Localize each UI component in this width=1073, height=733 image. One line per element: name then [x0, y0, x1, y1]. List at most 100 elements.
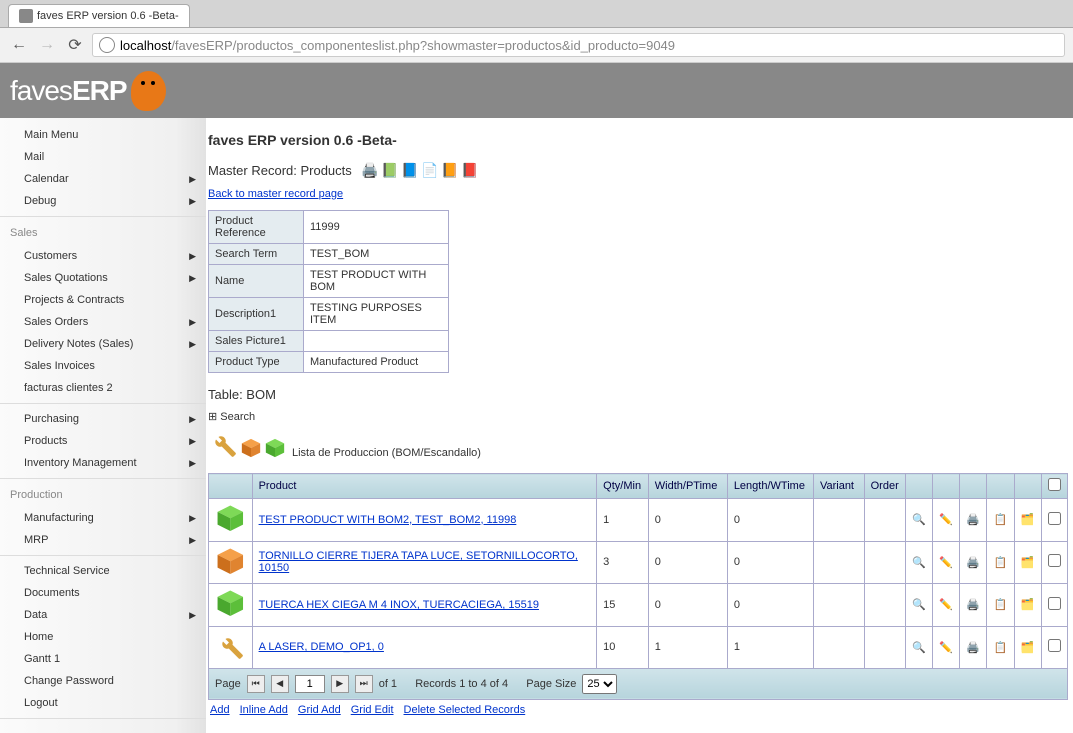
qty-cell: 10 [597, 626, 649, 668]
bom-header[interactable]: Order [864, 474, 906, 499]
browser-tab[interactable]: faves ERP version 0.6 -Beta- [8, 4, 190, 27]
row-checkbox[interactable] [1048, 639, 1061, 652]
word-icon[interactable]: 📘 [400, 160, 420, 180]
delete-icon[interactable]: 🗂️ [1021, 599, 1035, 611]
grid-add-link[interactable]: Grid Add [298, 704, 341, 716]
bom-row: TUERCA HEX CIEGA M 4 INOX, TUERCACIEGA, … [209, 584, 1068, 627]
product-link[interactable]: A LASER, DEMO_OP1, 0 [259, 641, 384, 653]
copy-icon[interactable]: 📋 [993, 514, 1007, 526]
record-label: Description1 [209, 298, 304, 331]
menu-item-data[interactable]: Data▶ [0, 604, 206, 626]
menu-item-customers[interactable]: Customers▶ [0, 245, 206, 267]
excel-icon[interactable]: 📗 [380, 160, 400, 180]
view-icon[interactable]: 🔍 [912, 557, 926, 569]
menu-item-sales-quotations[interactable]: Sales Quotations▶ [0, 267, 206, 289]
product-link[interactable]: TORNILLO CIERRE TIJERA TAPA LUCE, SETORN… [259, 550, 578, 574]
edit-icon[interactable]: ✏️ [939, 514, 953, 526]
menu-group-production: Production [0, 483, 206, 507]
chevron-right-icon: ▶ [189, 251, 196, 262]
master-record-label: Master Record: Products [208, 163, 352, 178]
menu-item-facturas-clientes-2[interactable]: facturas clientes 2 [0, 377, 206, 399]
menu-item-gantt-1[interactable]: Gantt 1 [0, 648, 206, 670]
menu-item-technical-service[interactable]: Technical Service [0, 560, 206, 582]
view-icon[interactable]: 🔍 [912, 642, 926, 654]
menu-item-change-password[interactable]: Change Password [0, 670, 206, 692]
chevron-right-icon: ▶ [189, 436, 196, 447]
page-size-select[interactable]: 25 [582, 674, 617, 694]
bom-header[interactable]: Qty/Min [597, 474, 649, 499]
menu-item-purchasing[interactable]: Purchasing▶ [0, 408, 206, 430]
menu-item-debug[interactable]: Debug▶ [0, 190, 206, 212]
edit-icon[interactable]: ✏️ [939, 642, 953, 654]
record-label: Search Term [209, 244, 304, 265]
page-input[interactable] [295, 675, 325, 693]
bom-header[interactable]: Product [252, 474, 597, 499]
printer-icon[interactable]: 🖨️ [360, 160, 380, 180]
copy-icon[interactable]: 📋 [993, 557, 1007, 569]
product-link[interactable]: TUERCA HEX CIEGA M 4 INOX, TUERCACIEGA, … [259, 599, 539, 611]
row-checkbox[interactable] [1048, 554, 1061, 567]
globe-icon [99, 37, 115, 53]
edit-icon[interactable]: ✏️ [939, 599, 953, 611]
pdf-icon[interactable]: 📕 [460, 160, 480, 180]
print-icon[interactable]: 🖨️ [966, 557, 980, 569]
print-icon[interactable]: 🖨️ [966, 642, 980, 654]
view-icon[interactable]: 🔍 [912, 599, 926, 611]
wpt-cell: 0 [648, 499, 727, 542]
menu-item-mail[interactable]: Mail [0, 146, 206, 168]
grid-edit-link[interactable]: Grid Edit [351, 704, 394, 716]
menu-item-logout[interactable]: Logout [0, 692, 206, 714]
menu-item-documents[interactable]: Documents [0, 582, 206, 604]
select-all-checkbox[interactable] [1048, 478, 1061, 491]
xml-icon[interactable]: 📙 [440, 160, 460, 180]
delete-icon[interactable]: 🗂️ [1021, 557, 1035, 569]
sidebar: favesERP Main MenuMailCalendar▶Debug▶Sal… [0, 63, 206, 733]
row-checkbox[interactable] [1048, 512, 1061, 525]
csv-icon[interactable]: 📄 [420, 160, 440, 180]
bom-header[interactable]: Length/WTime [727, 474, 813, 499]
menu-item-calendar[interactable]: Calendar▶ [0, 168, 206, 190]
prev-page-button[interactable]: ◀ [271, 675, 289, 693]
menu-item-main-menu[interactable]: Main Menu [0, 124, 206, 146]
menu-item-inventory-management[interactable]: Inventory Management▶ [0, 452, 206, 474]
menu-item-mrp[interactable]: MRP▶ [0, 529, 206, 551]
cube-green-icon [215, 610, 246, 622]
menu-item-manufacturing[interactable]: Manufacturing▶ [0, 507, 206, 529]
record-label: Sales Picture1 [209, 331, 304, 352]
next-page-button[interactable]: ▶ [331, 675, 349, 693]
delete-icon[interactable]: 🗂️ [1021, 642, 1035, 654]
chevron-right-icon: ▶ [189, 535, 196, 546]
menu-item-projects-contracts[interactable]: Projects & Contracts [0, 289, 206, 311]
menu-item-home[interactable]: Home [0, 626, 206, 648]
view-icon[interactable]: 🔍 [912, 514, 926, 526]
bom-header[interactable]: Variant [813, 474, 864, 499]
menu-item-delivery-notes-sales-[interactable]: Delivery Notes (Sales)▶ [0, 333, 206, 355]
inline-add-link[interactable]: Inline Add [240, 704, 288, 716]
menu-item-sales-orders[interactable]: Sales Orders▶ [0, 311, 206, 333]
copy-icon[interactable]: 📋 [993, 642, 1007, 654]
bom-header[interactable]: Width/PTime [648, 474, 727, 499]
back-button[interactable]: ← [8, 34, 30, 56]
reload-button[interactable]: ⟳ [64, 34, 86, 56]
menu-item-sales-invoices[interactable]: Sales Invoices [0, 355, 206, 377]
url-bar[interactable]: localhost/favesERP/productos_componentes… [92, 33, 1065, 57]
search-toggle[interactable]: Search [208, 410, 1073, 423]
product-link[interactable]: TEST PRODUCT WITH BOM2, TEST_BOM2, 11998 [259, 514, 517, 526]
bom-header[interactable] [209, 474, 253, 499]
back-to-master-link[interactable]: Back to master record page [208, 188, 343, 200]
forward-button[interactable]: → [36, 34, 58, 56]
delete-icon[interactable]: 🗂️ [1021, 514, 1035, 526]
delete-selected-records-link[interactable]: Delete Selected Records [404, 704, 526, 716]
last-page-button[interactable]: ⏭ [355, 675, 373, 693]
wpt-cell: 1 [648, 626, 727, 668]
menu-item-products[interactable]: Products▶ [0, 430, 206, 452]
edit-icon[interactable]: ✏️ [939, 557, 953, 569]
copy-icon[interactable]: 📋 [993, 599, 1007, 611]
chevron-right-icon: ▶ [189, 174, 196, 185]
first-page-button[interactable]: ⏮ [247, 675, 265, 693]
row-checkbox[interactable] [1048, 597, 1061, 610]
lwt-cell: 1 [727, 626, 813, 668]
print-icon[interactable]: 🖨️ [966, 599, 980, 611]
add-link[interactable]: Add [210, 704, 230, 716]
print-icon[interactable]: 🖨️ [966, 514, 980, 526]
